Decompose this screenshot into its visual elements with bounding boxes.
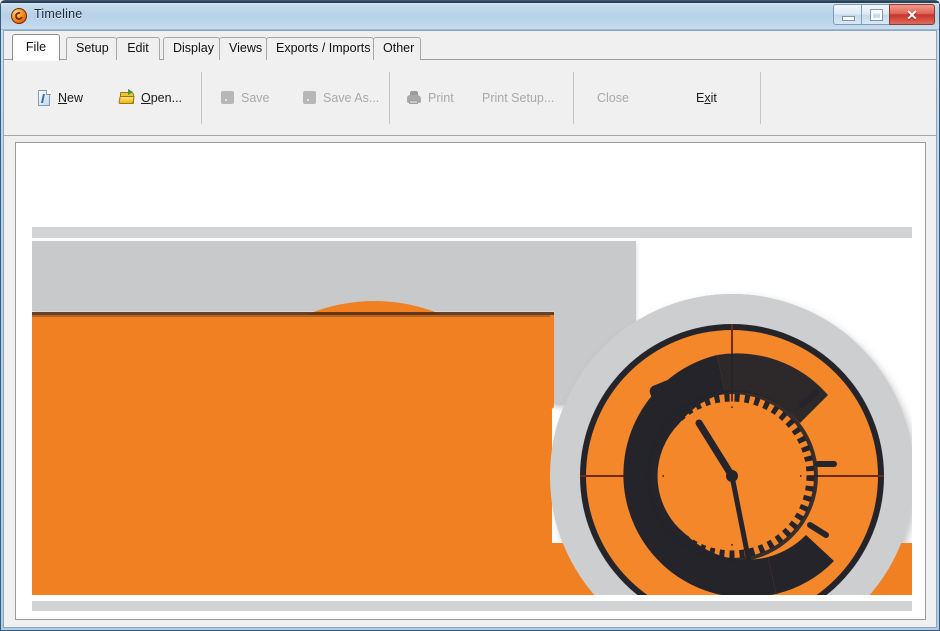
save-as-button[interactable]: Save As...	[301, 80, 379, 116]
open-button-label: Open...	[141, 91, 183, 105]
printer-icon	[406, 89, 423, 107]
exit-button-label: Exit	[696, 91, 717, 105]
exit-button[interactable]: Exit	[696, 80, 717, 116]
maximize-button[interactable]	[861, 4, 890, 25]
close-file-button[interactable]: Close	[597, 80, 629, 116]
tab-display[interactable]: Display	[163, 37, 220, 60]
tab-strip: File Setup Edit Display Views Exports / …	[4, 33, 936, 61]
client-area	[4, 137, 936, 627]
title-bar[interactable]: Timeline ✕	[1, 1, 939, 30]
print-setup-button[interactable]: Print Setup...	[482, 80, 554, 116]
new-document-icon	[36, 89, 53, 107]
close-file-button-label: Close	[597, 91, 629, 105]
save-as-icon	[301, 89, 318, 107]
new-button-label: New	[58, 91, 84, 105]
save-button-label: Save	[241, 91, 270, 105]
maximize-icon	[871, 10, 882, 20]
tab-edit[interactable]: Edit	[116, 37, 160, 60]
minimize-icon	[843, 17, 854, 20]
print-button[interactable]: Print	[406, 80, 454, 116]
tab-exports-imports[interactable]: Exports / Imports	[266, 37, 374, 60]
window-controls: ✕	[833, 4, 935, 25]
application-window: Timeline ✕ File Setup Edit Display Views…	[0, 0, 940, 631]
print-setup-button-label: Print Setup...	[482, 91, 555, 105]
save-icon	[219, 89, 236, 107]
close-icon: ✕	[906, 7, 918, 23]
open-button[interactable]: Open...	[118, 80, 183, 116]
open-folder-icon	[118, 89, 136, 107]
toolbar-separator-3	[573, 72, 574, 124]
save-as-button-label: Save As...	[323, 91, 380, 105]
toolbar-separator-4	[760, 72, 761, 124]
print-button-label: Print	[428, 91, 454, 105]
minimize-button[interactable]	[833, 4, 862, 25]
tab-other[interactable]: Other	[373, 37, 421, 60]
toolbar-separator-2	[389, 72, 390, 124]
save-button[interactable]: Save	[219, 80, 270, 116]
timeline-splash-graphic	[16, 143, 925, 619]
tab-views[interactable]: Views	[219, 37, 267, 60]
file-toolbar: New Open... Save Save As... Print Print …	[4, 60, 936, 136]
window-title: Timeline	[34, 7, 83, 21]
window-bottom-strip	[4, 623, 936, 627]
close-button[interactable]: ✕	[889, 4, 935, 25]
tab-file[interactable]: File	[12, 34, 60, 61]
timeline-logo-icon	[11, 8, 27, 24]
new-button[interactable]: New	[36, 80, 83, 116]
splash-panel	[15, 142, 926, 620]
tab-setup[interactable]: Setup	[66, 37, 117, 60]
toolbar-separator-1	[201, 72, 202, 124]
